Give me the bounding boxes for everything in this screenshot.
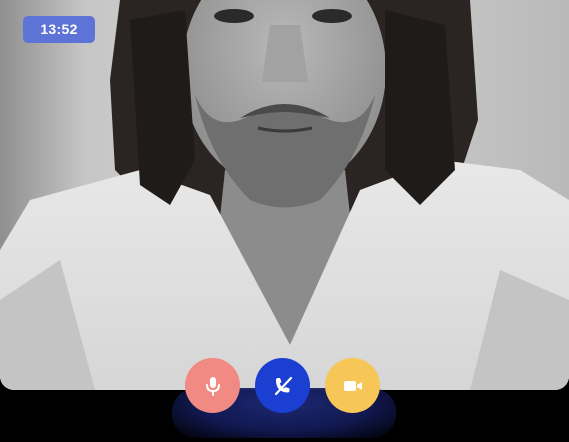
mute-microphone-button[interactable] [185, 358, 240, 413]
toggle-video-button[interactable] [325, 358, 380, 413]
participant-video-image [0, 0, 569, 390]
participant-video-feed [0, 0, 569, 390]
video-call-window: 13:52 [0, 0, 569, 442]
phone-hangup-icon [272, 375, 294, 397]
call-timer-badge: 13:52 [23, 16, 95, 43]
video-camera-icon [343, 379, 363, 393]
end-call-button[interactable] [255, 358, 310, 413]
microphone-icon [204, 376, 222, 396]
